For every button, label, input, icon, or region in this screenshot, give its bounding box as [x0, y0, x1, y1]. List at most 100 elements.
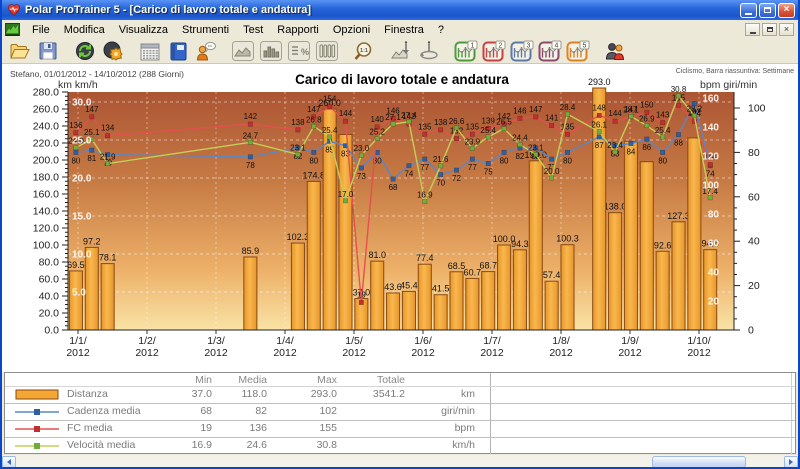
svg-text:28.4: 28.4: [560, 103, 576, 112]
minimize-button[interactable]: [740, 3, 757, 18]
mdi-close-button[interactable]: ×: [779, 23, 794, 36]
svg-text:1/9/: 1/9/: [621, 335, 639, 347]
percent-list-button[interactable]: %: [285, 39, 313, 63]
person-info-button[interactable]: [192, 39, 220, 63]
menu-strumenti[interactable]: Strumenti: [175, 22, 236, 38]
distance-bar: [307, 181, 320, 330]
view-5-icon: 5: [566, 40, 590, 62]
row-unit: km/h: [452, 439, 475, 451]
rotate-info-button[interactable]: [415, 39, 443, 63]
svg-text:1:1: 1:1: [360, 48, 368, 54]
close-button[interactable]: ×: [778, 3, 795, 18]
menu-rapporti[interactable]: Rapporti: [270, 22, 326, 38]
distance-bar: [418, 264, 431, 330]
svg-text:60.0: 60.0: [39, 274, 60, 286]
svg-text:28.1: 28.1: [623, 105, 639, 114]
distance-bar: [466, 278, 479, 330]
svg-text:138: 138: [291, 118, 305, 127]
svg-text:147: 147: [307, 105, 321, 114]
percent-list-icon: %: [287, 40, 311, 62]
svg-text:2: 2: [499, 43, 503, 50]
svg-text:160: 160: [702, 94, 719, 105]
diary-book-button[interactable]: [164, 39, 192, 63]
svg-text:143: 143: [656, 111, 670, 120]
menu-test[interactable]: Test: [236, 22, 270, 38]
menu-file[interactable]: File: [25, 22, 57, 38]
svg-text:21.9: 21.9: [100, 153, 116, 162]
svg-text:24.4: 24.4: [512, 134, 528, 143]
row-max: 293.0: [311, 388, 337, 400]
child-window-icon: [5, 23, 20, 36]
menu-finestra[interactable]: Finestra: [377, 22, 431, 38]
svg-text:84: 84: [626, 148, 635, 157]
svg-text:138.0: 138.0: [604, 202, 627, 212]
svg-text:160.0: 160.0: [33, 189, 59, 201]
row-label: Distanza: [67, 388, 108, 400]
zoom-1-1-button[interactable]: 1:1: [350, 39, 378, 63]
svg-text:2012: 2012: [342, 347, 366, 359]
scroll-right-button[interactable]: [784, 456, 798, 468]
svg-text:1/8/: 1/8/: [552, 335, 570, 347]
mdi-restore-button[interactable]: [762, 23, 777, 36]
mdi-minimize-button[interactable]: [745, 23, 760, 36]
svg-text:68.7: 68.7: [479, 261, 497, 271]
svg-text:260.0: 260.0: [33, 104, 59, 116]
view-2-button[interactable]: 2: [480, 39, 508, 63]
row-media: 118.0: [242, 388, 268, 400]
distance-bar: [704, 250, 717, 330]
calendar-button[interactable]: [136, 39, 164, 63]
restore-button[interactable]: [759, 3, 776, 18]
svg-text:148: 148: [593, 103, 607, 112]
scrollbar-thumb[interactable]: [652, 456, 746, 468]
svg-text:72: 72: [452, 174, 461, 183]
row-unit: giri/min: [441, 405, 475, 417]
diary-book-icon: [166, 40, 190, 62]
svg-text:135: 135: [418, 122, 432, 131]
svg-text:100.3: 100.3: [556, 234, 579, 244]
save-button[interactable]: [34, 39, 62, 63]
svg-text:100: 100: [748, 103, 766, 115]
svg-text:24.7: 24.7: [243, 131, 259, 140]
svg-text:3: 3: [527, 43, 531, 50]
svg-text:23.0: 23.0: [354, 144, 370, 153]
menu-opzioni[interactable]: Opzioni: [326, 22, 377, 38]
column-view-button[interactable]: [313, 39, 341, 63]
svg-text:26.6: 26.6: [449, 117, 465, 126]
scrollbar-track[interactable]: [16, 456, 784, 468]
view-3-button[interactable]: 3: [508, 39, 536, 63]
zoom-1-1-icon: 1:1: [352, 40, 376, 62]
svg-text:150: 150: [640, 101, 654, 110]
view-1-button[interactable]: 1: [452, 39, 480, 63]
open-folder-button[interactable]: [6, 39, 34, 63]
people-button[interactable]: [601, 39, 629, 63]
row-unit: bpm: [455, 422, 475, 434]
svg-text:240.0: 240.0: [33, 121, 59, 133]
svg-text:1/4/: 1/4/: [276, 335, 294, 347]
svg-text:40.0: 40.0: [39, 291, 60, 303]
view-5-button[interactable]: 5: [564, 39, 592, 63]
table-row: Velocità media 16.9 24.6 30.8 km/h: [5, 438, 795, 454]
scroll-left-button[interactable]: [2, 456, 16, 468]
svg-text:180.0: 180.0: [33, 172, 59, 184]
svg-text:1/5/: 1/5/: [345, 335, 363, 347]
curve-view-icon: [231, 40, 255, 62]
row-media: 24.6: [247, 439, 267, 451]
svg-text:142: 142: [244, 112, 258, 121]
menu-modifica[interactable]: Modifica: [57, 22, 112, 38]
svg-text:1/3/: 1/3/: [207, 335, 225, 347]
svg-text:2012: 2012: [480, 347, 504, 359]
view-4-button[interactable]: 4: [536, 39, 564, 63]
svg-text:25.0: 25.0: [72, 136, 92, 147]
transfer-refresh-button[interactable]: [71, 39, 99, 63]
curve-view-button[interactable]: [229, 39, 257, 63]
chart-download-info-button[interactable]: [387, 39, 415, 63]
bar-view-button[interactable]: [257, 39, 285, 63]
distance-bar: [529, 161, 542, 330]
transfer-settings-button[interactable]: [99, 39, 127, 63]
menu-[interactable]: ?: [431, 22, 451, 38]
svg-text:25.4: 25.4: [655, 126, 671, 135]
svg-text:88: 88: [674, 139, 683, 148]
menu-visualizza[interactable]: Visualizza: [112, 22, 175, 38]
svg-text:77: 77: [468, 163, 477, 172]
svg-text:92.6: 92.6: [654, 240, 672, 250]
